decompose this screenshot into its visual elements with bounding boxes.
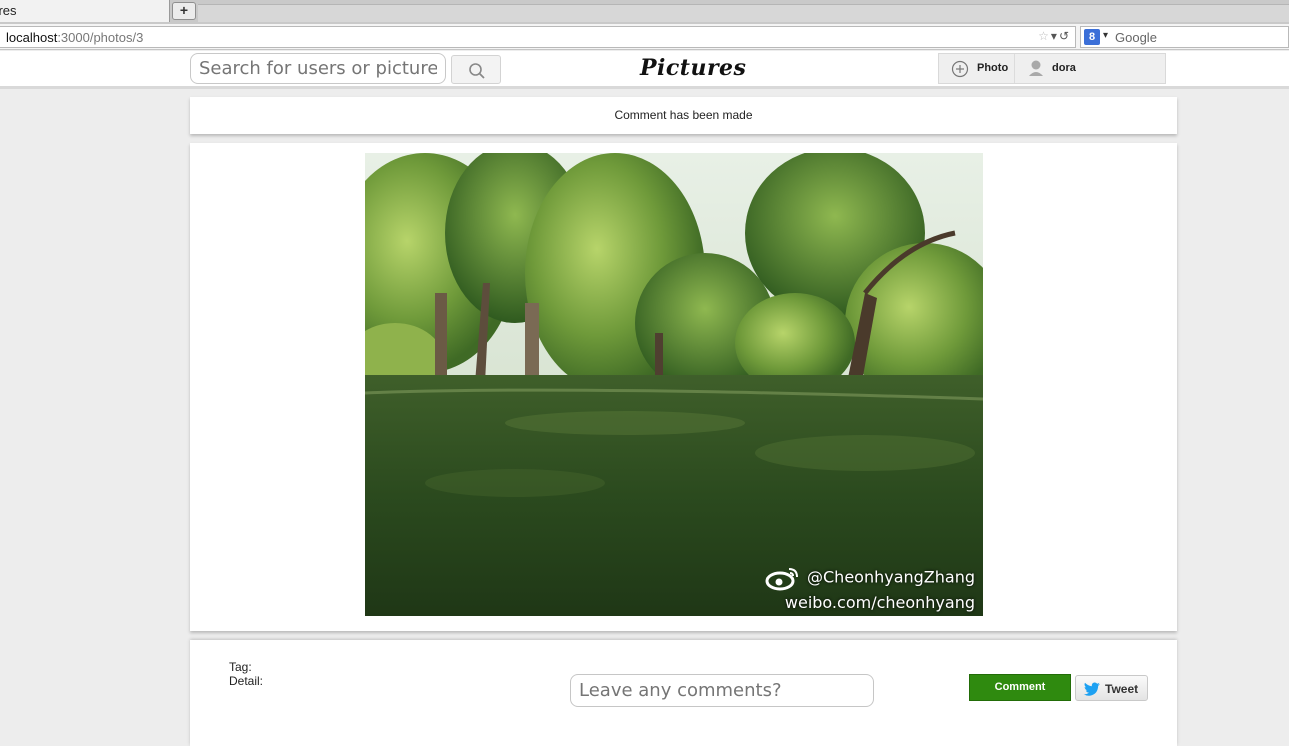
browser-search-placeholder: Google <box>1115 30 1157 45</box>
browser-navigation-bar: localhost:3000/photos/3 ☆▾↺ 8 ▾ Google <box>0 24 1289 50</box>
address-text: localhost:3000/photos/3 <box>6 30 143 45</box>
photo-card: @CheonhyangZhang weibo.com/cheonhyang <box>190 143 1177 631</box>
photo-image[interactable]: @CheonhyangZhang weibo.com/cheonhyang <box>365 153 983 616</box>
watermark-site: weibo.com/cheonhyang <box>784 593 975 612</box>
page: 'res + localhost:3000/photos/3 ☆▾↺ 8 ▾ G… <box>0 0 1289 746</box>
tag-label: Tag: <box>229 660 252 674</box>
weibo-logo-icon <box>765 568 798 591</box>
user-profile-button[interactable]: dora <box>1016 54 1136 83</box>
dropdown-arrow-icon[interactable]: ▾ <box>1051 29 1059 43</box>
tweet-label: Tweet <box>1105 682 1139 696</box>
detail-label: Detail: <box>229 674 264 688</box>
photo-meta: Tag: Detail: <box>229 660 263 688</box>
watermark-line-1: @CheonhyangZhang <box>765 565 975 591</box>
reload-icon[interactable]: ↺ <box>1059 29 1071 43</box>
add-photo-label: Photo <box>977 62 1009 74</box>
photo-details-card: Tag: Detail: Comment Tweet <box>190 640 1177 746</box>
watermark-handle: @CheonhyangZhang <box>807 567 975 587</box>
address-bar-icons: ☆▾↺ <box>1038 29 1071 43</box>
add-circle-icon <box>951 60 969 78</box>
app-header: Pictures Photo dora <box>0 51 1289 89</box>
tab-strip <box>198 4 1289 22</box>
browser-tab-bar: 'res + <box>0 0 1289 24</box>
url-host: localhost <box>6 30 58 45</box>
search-engine-caret-icon[interactable]: ▾ <box>1103 30 1108 41</box>
plus-icon: + <box>179 2 189 18</box>
address-bar[interactable]: localhost:3000/photos/3 ☆▾↺ <box>0 26 1076 48</box>
add-photo-button[interactable]: Photo <box>939 54 1015 83</box>
comment-input[interactable] <box>570 674 874 707</box>
search-button[interactable] <box>451 55 501 84</box>
user-avatar-icon <box>1029 60 1043 76</box>
browser-tab-title: 'res <box>0 3 17 18</box>
tweet-button[interactable]: Tweet <box>1075 675 1148 701</box>
park-photo <box>365 153 983 616</box>
search-input[interactable] <box>190 53 446 84</box>
browser-tab[interactable]: 'res <box>0 0 170 22</box>
twitter-bird-icon <box>1083 682 1100 696</box>
new-tab-button[interactable]: + <box>172 2 196 20</box>
browser-search-field[interactable]: 8 ▾ Google <box>1080 26 1289 48</box>
user-menu: Photo dora <box>938 53 1166 84</box>
photo-watermark: @CheonhyangZhang weibo.com/cheonhyang <box>765 565 975 612</box>
search-engine-icon[interactable]: 8 <box>1084 29 1100 45</box>
brand-logo[interactable]: Pictures <box>640 55 746 81</box>
search-icon <box>469 63 485 79</box>
flash-message: Comment has been made <box>614 108 753 122</box>
bookmark-star-icon[interactable]: ☆ <box>1038 29 1051 43</box>
url-path: :3000/photos/3 <box>57 30 144 45</box>
comment-button[interactable]: Comment <box>969 674 1071 701</box>
username-label: dora <box>1052 62 1076 74</box>
flash-notice: Comment has been made <box>190 97 1177 134</box>
